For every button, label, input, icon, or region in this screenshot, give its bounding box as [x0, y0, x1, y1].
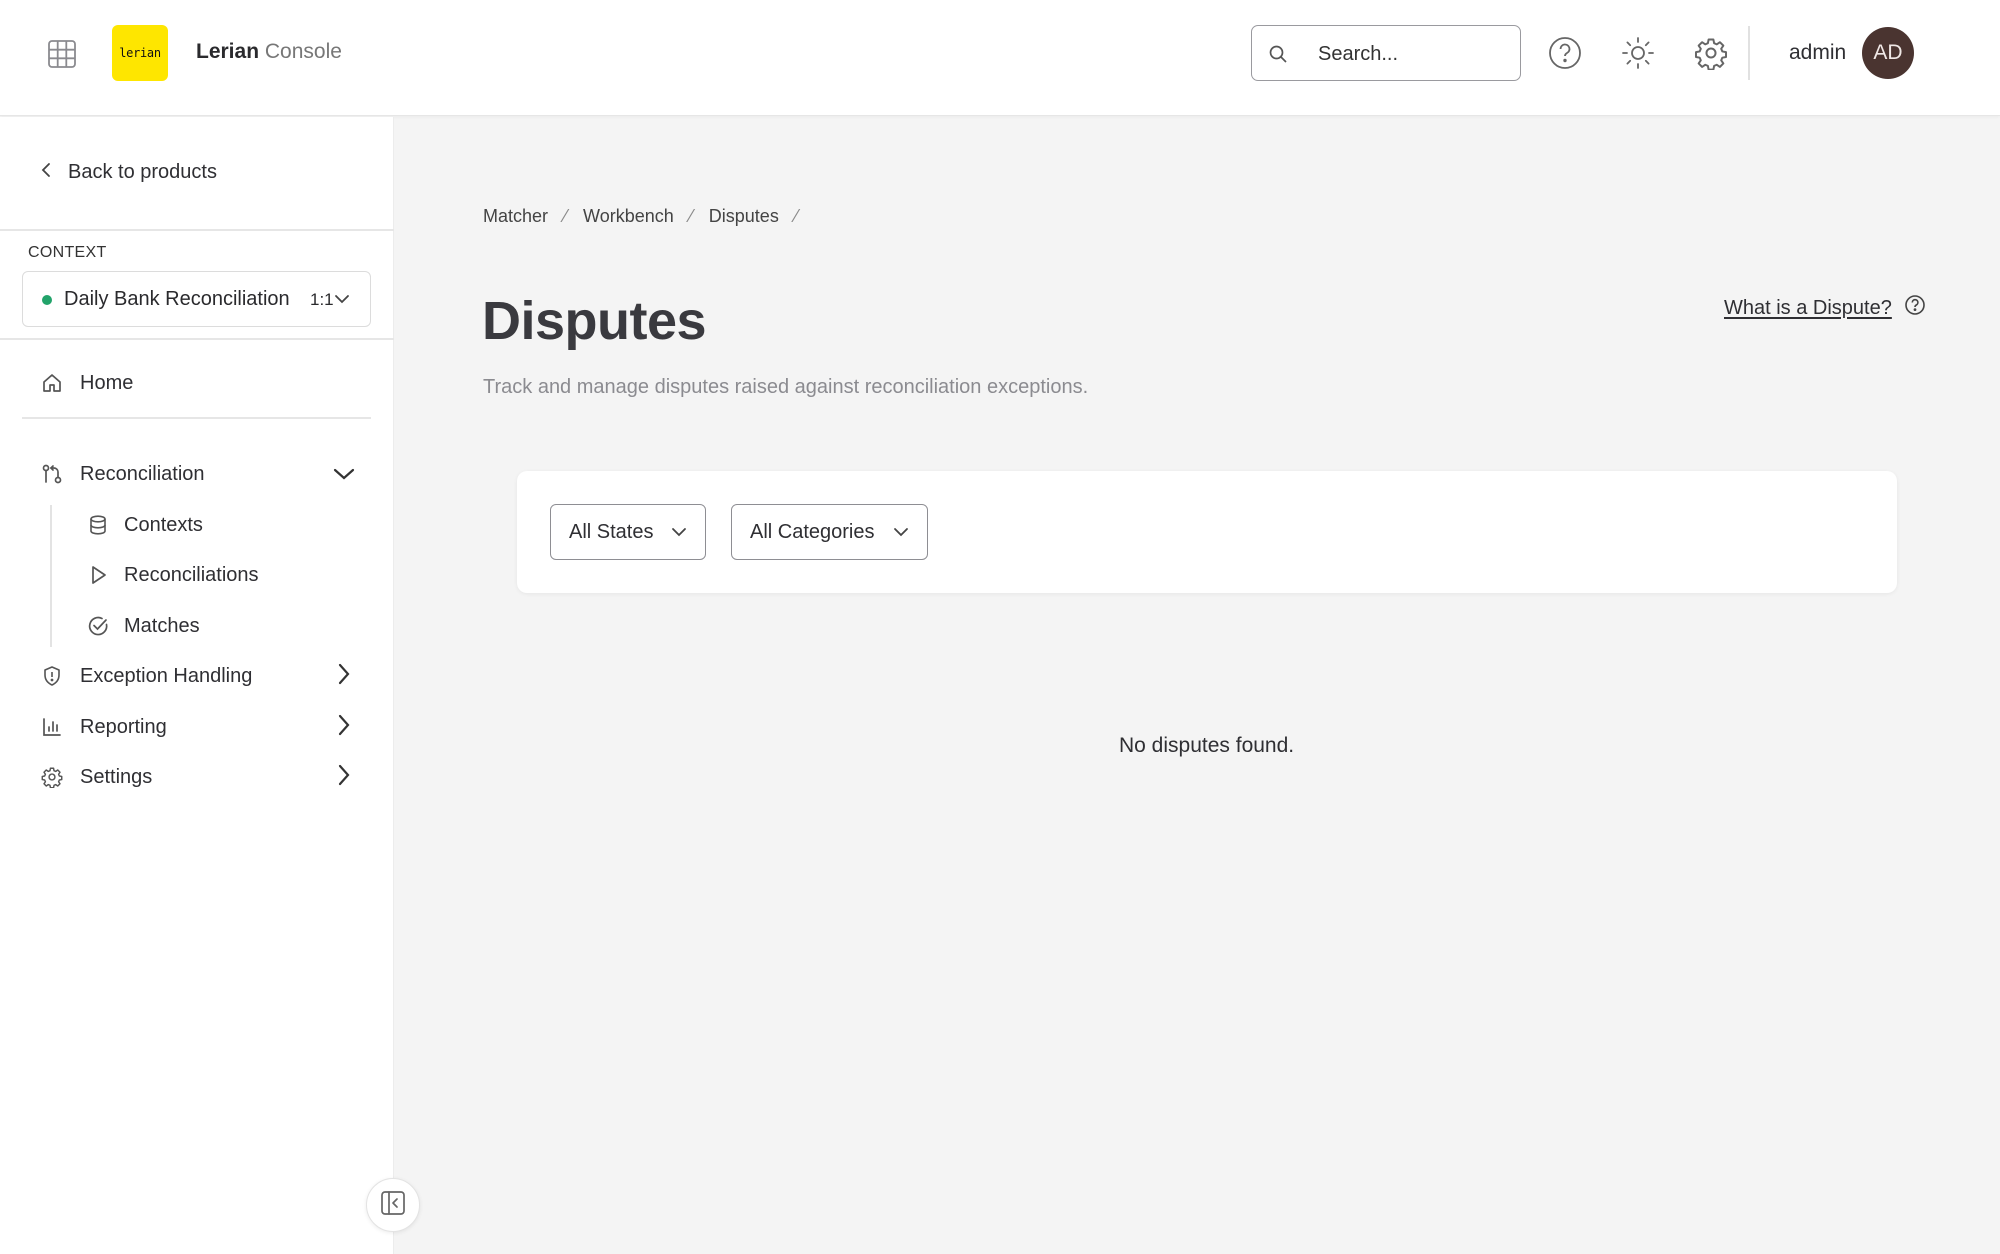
panel-left-close-icon	[380, 1190, 406, 1221]
sidebar-item-exception-handling[interactable]: Exception Handling	[40, 661, 252, 691]
sidebar-item-contexts[interactable]: Contexts	[86, 510, 203, 540]
username: admin	[1789, 41, 1847, 64]
breadcrumb-separator: ⁄	[564, 206, 568, 226]
help-link-label: What is a Dispute?	[1724, 296, 1892, 319]
sidebar-item-label: Reconciliations	[124, 563, 259, 586]
top-bar: lerian Lerian Console Search... admin AD	[0, 0, 2000, 116]
gear-icon	[40, 765, 64, 789]
brand-product: Console	[264, 40, 342, 63]
context-name: Daily Bank Reconciliation	[64, 288, 290, 310]
breadcrumb-item[interactable]: Disputes	[709, 206, 779, 227]
chevron-down-icon	[671, 521, 687, 544]
category-filter-label: All Categories	[750, 520, 875, 543]
git-compare-icon	[40, 462, 64, 486]
chevron-down-icon	[893, 521, 909, 544]
sidebar-item-label: Settings	[80, 765, 153, 788]
sidebar-divider	[0, 229, 394, 231]
sidebar: Back to products CONTEXT Daily Bank Reco…	[0, 117, 394, 1254]
help-circle-icon[interactable]	[1546, 34, 1584, 72]
avatar[interactable]: AD	[1862, 27, 1914, 79]
breadcrumb-separator: ⁄	[689, 206, 693, 226]
sun-icon[interactable]	[1619, 34, 1657, 72]
home-icon	[40, 371, 64, 395]
sidebar-item-label: Contexts	[124, 513, 203, 536]
sidebar-divider	[22, 417, 371, 419]
gear-icon[interactable]	[1692, 34, 1730, 72]
back-label: Back to products	[68, 161, 217, 183]
context-selector[interactable]: Daily Bank Reconciliation 1:1	[22, 271, 371, 327]
category-filter-dropdown[interactable]: All Categories	[731, 504, 928, 560]
state-filter-dropdown[interactable]: All States	[550, 504, 707, 560]
check-circle-icon	[86, 614, 110, 638]
sidebar-item-home[interactable]: Home	[40, 368, 133, 398]
context-status-dot	[42, 295, 52, 305]
shield-alert-icon	[40, 664, 64, 688]
empty-state-message: No disputes found.	[1119, 734, 1295, 757]
brand-name: Lerian	[196, 40, 260, 63]
back-to-products-link[interactable]: Back to products	[40, 161, 217, 184]
sidebar-item-reporting[interactable]: Reporting	[40, 712, 167, 742]
breadcrumb-item[interactable]: Matcher	[483, 206, 548, 227]
collapse-sidebar-button[interactable]	[366, 1178, 420, 1232]
sidebar-item-label: Reconciliation	[80, 462, 205, 485]
chevron-right-icon[interactable]	[332, 662, 356, 686]
what-is-dispute-link[interactable]: What is a Dispute?	[1724, 294, 1926, 322]
chevron-down-icon	[334, 290, 350, 313]
page-subtitle: Track and manage disputes raised against…	[483, 376, 1089, 398]
help-circle-icon	[1904, 294, 1926, 322]
sidebar-item-reconciliation[interactable]: Reconciliation	[40, 459, 205, 489]
sidebar-item-label: Home	[80, 371, 134, 394]
state-filter-label: All States	[569, 520, 654, 543]
search-input[interactable]	[1318, 40, 1508, 68]
sidebar-item-reconciliations[interactable]: Reconciliations	[86, 560, 259, 590]
context-ratio: 1:1	[310, 290, 334, 309]
chevron-right-icon[interactable]	[332, 713, 356, 737]
sidebar-item-settings[interactable]: Settings	[40, 762, 152, 792]
context-label: CONTEXT	[28, 244, 107, 261]
lerian-logo[interactable]: lerian	[112, 25, 168, 81]
breadcrumb-item[interactable]: Workbench	[583, 206, 674, 227]
breadcrumb: Matcher ⁄ Workbench ⁄ Disputes ⁄	[483, 206, 814, 227]
search-box[interactable]	[1251, 25, 1521, 81]
search-icon	[1268, 44, 1288, 69]
sidebar-item-matches[interactable]: Matches	[86, 611, 200, 641]
filters-card: All States All Categories	[517, 471, 1897, 593]
page-title: Disputes	[482, 291, 707, 351]
sidebar-divider	[0, 338, 394, 340]
submenu-guide-line	[50, 505, 52, 647]
sidebar-item-label: Exception Handling	[80, 664, 253, 687]
sidebar-item-label: Matches	[124, 614, 200, 637]
logo-text: lerian	[119, 46, 161, 60]
sidebar-item-label: Reporting	[80, 715, 167, 738]
brand-title: Lerian Console	[196, 40, 342, 64]
chevron-left-icon	[40, 161, 54, 184]
header-divider	[1748, 26, 1750, 80]
breadcrumb-separator: ⁄	[794, 206, 798, 226]
database-icon	[86, 513, 110, 537]
chevron-right-icon[interactable]	[332, 763, 356, 787]
chevron-down-icon[interactable]	[332, 462, 356, 486]
bar-chart-icon	[40, 715, 64, 739]
play-icon	[86, 563, 110, 587]
apps-grid-icon[interactable]	[44, 36, 80, 72]
